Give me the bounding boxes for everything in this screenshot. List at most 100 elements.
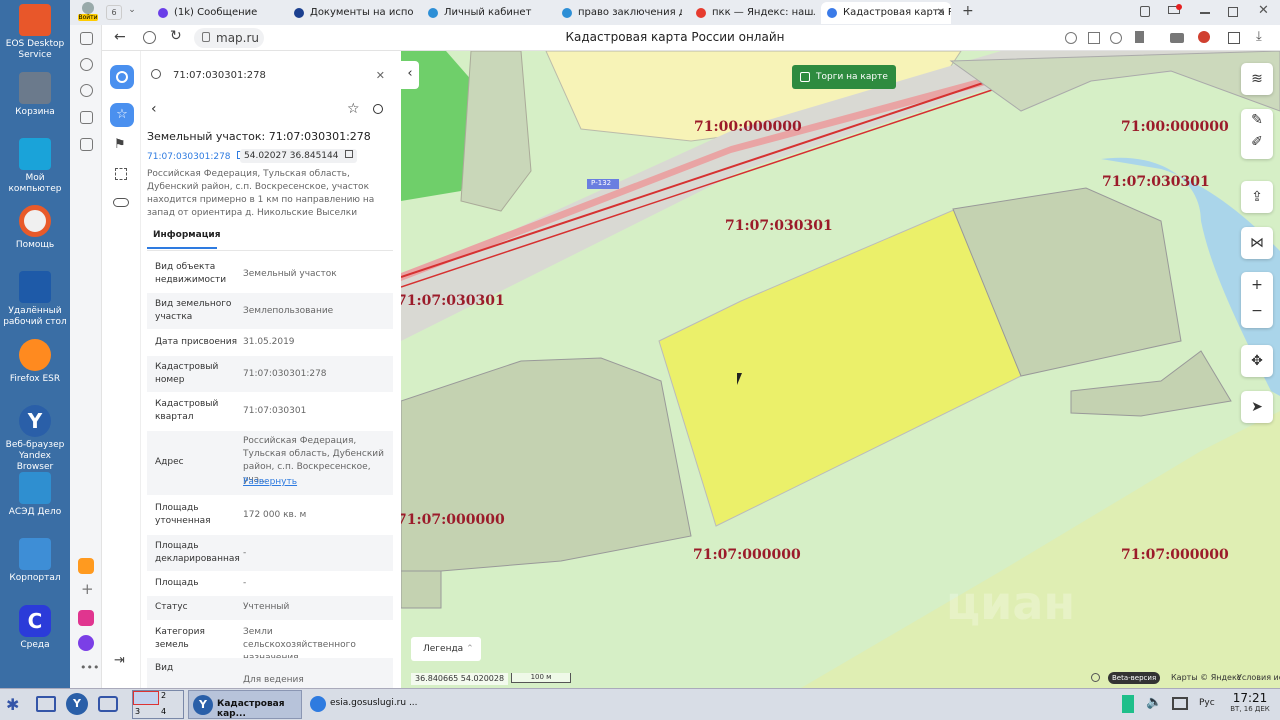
start-menu-icon[interactable]: ✱ [6,695,19,714]
wallet-icon[interactable] [1170,33,1184,43]
desktop-icon-firefox[interactable]: Firefox ESR [0,339,70,385]
profile-button[interactable]: Войти [78,2,98,22]
cloud-icon[interactable] [113,198,129,207]
tab-documents[interactable]: Документы на исполнен [288,2,413,24]
tab-cabinet[interactable]: Личный кабинет [422,2,547,24]
calendar-icon[interactable] [80,111,93,124]
volume-icon[interactable]: 🔈 [1146,695,1162,710]
url-field[interactable]: map.ru [194,28,264,48]
favorites-icon[interactable]: ☆ [110,103,134,127]
search-input[interactable]: 71:07:030301:278 [173,70,266,81]
flag-icon[interactable]: ⚑ [114,137,126,152]
yandex-taskbar-icon[interactable]: Y [66,693,88,715]
desktop-icon-help[interactable]: Помощь [0,205,70,251]
tab-cadastral-map[interactable]: Кадастровая карта Ро ✕ [821,2,951,24]
expand-link[interactable]: Развернуть [243,477,297,487]
selected-parcel[interactable] [658,208,1022,527]
extension-3-icon[interactable] [1110,32,1122,44]
map-attribution[interactable]: Карты © Яндекс [1171,673,1241,682]
info-icon[interactable] [1091,673,1100,682]
computer-icon [19,138,51,170]
tab-yandex-search[interactable]: пкк — Яндекс: нашлось [690,2,815,24]
back-arrow-icon[interactable]: ‹ [151,101,157,117]
zoom-out-button[interactable]: − [1241,298,1273,324]
legend-button[interactable]: Легенда ⌃ [411,637,481,661]
taskbar-item-esia[interactable]: esia.gosuslugi.ru ... [306,690,420,719]
tab-message[interactable]: (1k) Сообщение [152,2,277,24]
desktop-icon-portal[interactable]: Корпортал [0,538,70,584]
tab-favicon [696,8,706,18]
search-field[interactable]: 71:07:030301:278 ✕ [147,65,387,89]
yandex-button-icon[interactable] [143,31,156,44]
edit-icon[interactable]: ✐ [1241,131,1273,153]
bookmark-icon[interactable] [1135,31,1144,43]
bookmarks-icon[interactable] [1140,6,1150,17]
network-icon[interactable] [1172,697,1188,710]
ruler-icon[interactable]: ✎ [1241,109,1273,131]
desktop-icon-computer[interactable]: Мой компьютер [0,138,70,195]
taskbar-item-cadastral[interactable]: Y Кадастровая кар... [188,690,302,719]
desktop-icon-trash[interactable]: Корзина [0,72,70,118]
pan-button[interactable]: ✥ [1241,345,1273,377]
workspace-3[interactable]: 3 [135,707,140,716]
workspace-4[interactable]: 4 [161,707,166,716]
extension-2-icon[interactable] [1088,32,1100,44]
logout-icon[interactable]: ⇥ [114,653,125,668]
add-panel-icon[interactable]: + [81,580,94,598]
kaspersky-icon[interactable] [1122,695,1134,713]
collapse-panel-icon[interactable]: ‹ [401,61,419,89]
workspace-2[interactable]: 2 [161,691,166,700]
alice-icon[interactable] [78,635,94,651]
desktop-icon-yandex[interactable]: Y Веб-браузер Yandex Browser [0,405,70,473]
share-icon[interactable] [373,104,383,114]
maximize-icon[interactable] [1228,7,1238,17]
edit-tools[interactable]: ✎ ✐ [1241,109,1273,159]
share-icon[interactable] [1228,32,1240,44]
upload-button[interactable]: ⇪ [1241,181,1273,213]
desktop-icon-eos[interactable]: EOS Desktop Service [0,4,70,61]
messenger-icon[interactable] [78,610,94,626]
tab-count-badge[interactable]: 6 [106,5,122,20]
desktop-icon-delo[interactable]: АСЭД Дело [0,472,70,518]
more-icon[interactable]: ••• [80,661,99,674]
keyboard-layout[interactable]: Рус [1199,698,1215,708]
minimize-icon[interactable] [1200,12,1210,14]
workspace-1[interactable] [133,691,159,705]
cadastral-number-link[interactable]: 71:07:030301:278 [147,151,246,162]
bookmark-star-icon[interactable]: ☆ [347,101,360,117]
clear-search-icon[interactable]: ✕ [376,69,385,82]
reload-icon[interactable]: ↻ [170,28,182,44]
terms-link[interactable]: Условия использования [1237,673,1280,682]
media-icon[interactable] [80,84,93,97]
show-desktop-icon[interactable] [36,696,56,712]
download-icon[interactable]: ⤓ [1256,29,1262,44]
extension-4-icon[interactable] [1198,31,1210,43]
tab-info[interactable]: Информация [147,226,221,249]
tabs-dropdown-icon[interactable]: ⌄ [125,5,139,20]
close-window-icon[interactable]: ✕ [1258,3,1269,18]
screenshot-icon[interactable] [80,138,93,151]
back-icon[interactable]: ← [114,29,126,45]
close-tab-icon[interactable]: ✕ [937,2,945,24]
map-canvas[interactable]: Р-132 Торги на карте ‹ 71:00:000000 71:0… [401,51,1280,688]
clock[interactable]: 17:21 ВТ, 16 ДЕК [1222,691,1278,713]
mail-icon[interactable] [78,558,94,574]
app-logo-icon[interactable] [110,65,134,89]
tab-contract[interactable]: право заключения дого [556,2,682,24]
history-icon[interactable] [80,58,93,71]
desktop-icon-rdp[interactable]: Удалённый рабочий стол [0,271,70,328]
lifebuoy-icon [19,205,51,237]
extension-icon[interactable] [1065,32,1077,44]
desktop-icon-sreda[interactable]: C Среда [0,605,70,651]
auction-toggle[interactable]: Торги на карте [792,65,896,89]
layers-button[interactable]: ≋ [1241,63,1273,95]
new-tab-button[interactable]: + [962,3,974,19]
collections-icon[interactable] [80,32,93,45]
coords-chip[interactable]: 54.02027 36.845144 [240,149,358,163]
workspace-switcher[interactable]: 2 3 4 [132,690,184,719]
area-select-icon[interactable] [115,168,127,180]
locate-button[interactable]: ➤ [1241,391,1273,423]
zoom-in-button[interactable]: + [1241,272,1273,298]
file-manager-icon[interactable] [98,696,118,712]
share-map-button[interactable]: ⋈ [1241,227,1273,259]
